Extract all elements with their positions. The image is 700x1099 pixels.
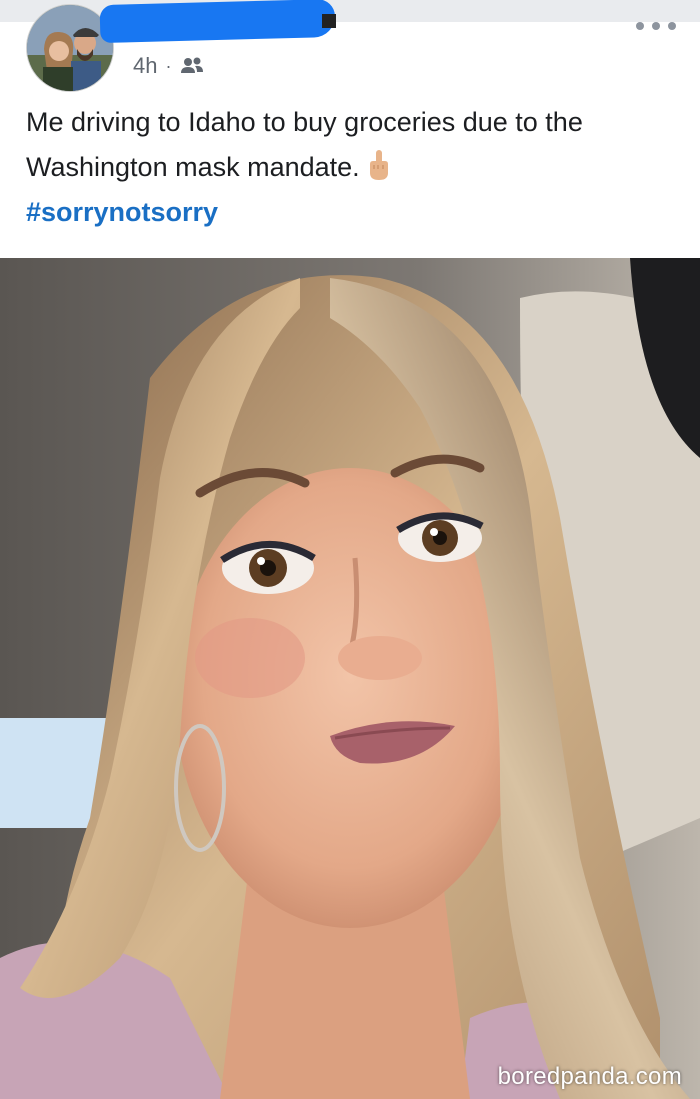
name-redaction-tail (322, 14, 336, 28)
post-header: 4h · (0, 0, 700, 92)
post-meta: 4h · (133, 52, 205, 80)
more-dot (652, 22, 660, 30)
meta-separator: · (165, 55, 172, 76)
friends-icon[interactable] (179, 56, 205, 76)
post-text: Me driving to Idaho to buy groceries due… (26, 100, 676, 235)
more-dot (636, 22, 644, 30)
selfie-image (0, 258, 700, 1099)
more-dot (668, 22, 676, 30)
hashtag-link[interactable]: #sorrynotsorry (26, 190, 676, 235)
middle-finger-emoji (369, 150, 388, 180)
post-body: Me driving to Idaho to buy groceries due… (26, 107, 583, 182)
watermark: boredpanda.com (497, 1063, 682, 1090)
name-redaction (99, 0, 336, 44)
more-options-icon[interactable] (636, 14, 676, 38)
selfie-photo[interactable]: boredpanda.com (0, 258, 700, 1099)
post-time[interactable]: 4h (133, 53, 157, 79)
